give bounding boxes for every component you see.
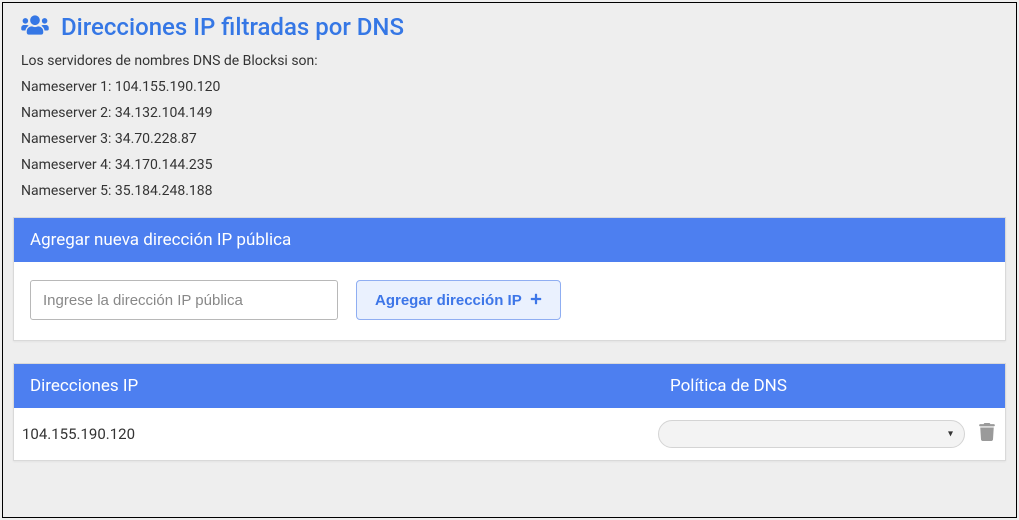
- page-title: Direcciones IP filtradas por DNS: [61, 13, 404, 41]
- nameserver-line: Nameserver 4: 34.170.144.235: [13, 157, 1006, 173]
- add-ip-button-label: Agregar dirección IP: [375, 292, 522, 309]
- nameserver-line: Nameserver 2: 34.132.104.149: [13, 105, 1006, 121]
- nameserver-line: Nameserver 5: 35.184.248.188: [13, 183, 1006, 199]
- add-ip-panel: Agregar nueva dirección IP pública Agreg…: [13, 217, 1006, 341]
- intro-text: Los servidores de nombres DNS de Blocksi…: [13, 53, 1006, 69]
- table-row: 104.155.190.120 ▾: [14, 408, 1005, 460]
- table-header-ip: Direcciones IP: [30, 376, 670, 396]
- ip-table-panel: Direcciones IP Política de DNS 104.155.1…: [13, 363, 1006, 461]
- table-header-policy: Política de DNS: [670, 376, 989, 396]
- nameserver-line: Nameserver 3: 34.70.228.87: [13, 131, 1006, 147]
- add-ip-button[interactable]: Agregar dirección IP: [356, 280, 561, 320]
- nameserver-line: Nameserver 1: 104.155.190.120: [13, 79, 1006, 95]
- policy-select[interactable]: [658, 420, 965, 448]
- users-icon: [21, 14, 49, 40]
- trash-icon[interactable]: [979, 423, 995, 445]
- cell-ip: 104.155.190.120: [22, 425, 658, 443]
- add-ip-panel-title: Agregar nueva dirección IP pública: [14, 218, 1005, 262]
- ip-input[interactable]: [30, 280, 338, 320]
- plus-icon: [530, 292, 542, 309]
